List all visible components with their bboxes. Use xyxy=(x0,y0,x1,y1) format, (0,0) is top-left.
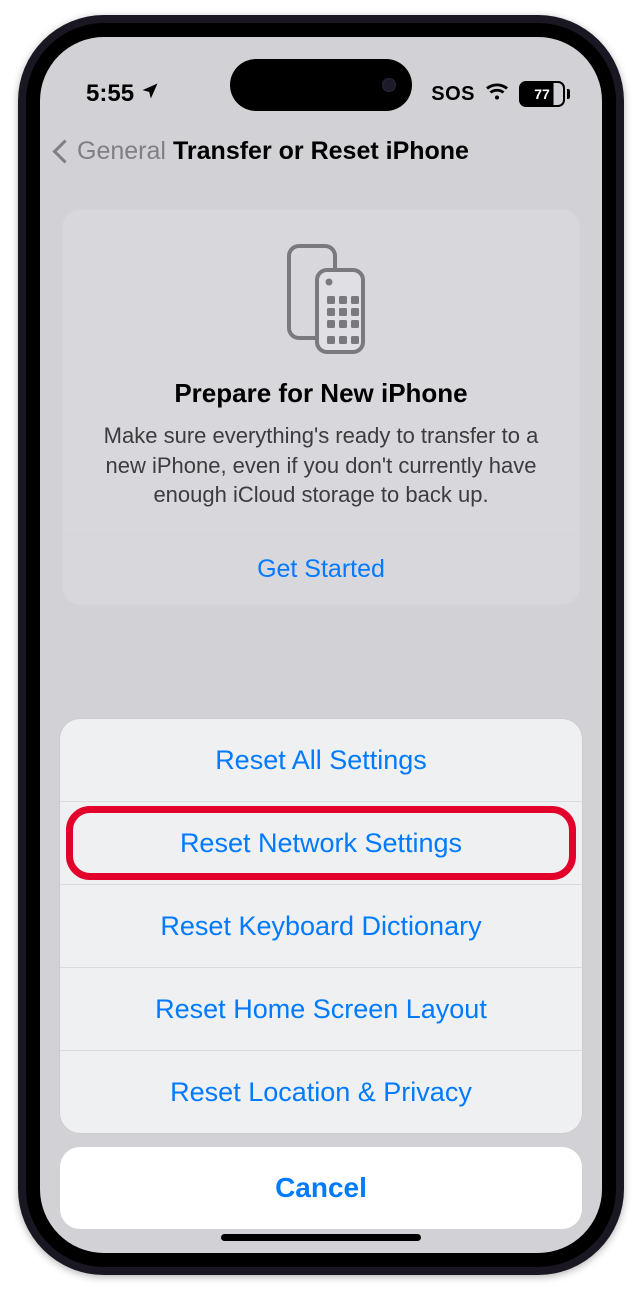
back-label: General xyxy=(77,137,166,166)
sheet-item-label: Reset Keyboard Dictionary xyxy=(160,911,481,942)
sheet-group: Reset All Settings Reset Network Setting… xyxy=(60,719,582,1133)
cancel-button[interactable]: Cancel xyxy=(60,1147,582,1229)
location-arrow-icon xyxy=(140,80,160,108)
sheet-item-label: Reset Home Screen Layout xyxy=(155,994,487,1025)
reset-network-settings-button[interactable]: Reset Network Settings xyxy=(60,801,582,884)
reset-all-settings-button[interactable]: Reset All Settings xyxy=(60,719,582,801)
battery-indicator: 77 xyxy=(519,81,570,107)
wifi-icon xyxy=(485,81,509,107)
back-button[interactable]: General xyxy=(48,137,166,166)
screen: 5:55 SOS 77 xyxy=(40,37,602,1253)
card-desc: Make sure everything's ready to transfer… xyxy=(87,421,555,510)
phone-frame: 5:55 SOS 77 xyxy=(18,15,624,1275)
reset-keyboard-dictionary-button[interactable]: Reset Keyboard Dictionary xyxy=(60,884,582,967)
page-title: Transfer or Reset iPhone xyxy=(173,137,469,166)
action-sheet: Reset All Settings Reset Network Setting… xyxy=(60,719,582,1229)
battery-percent: 77 xyxy=(534,86,550,102)
chevron-left-icon xyxy=(52,139,76,163)
home-indicator[interactable] xyxy=(221,1234,421,1241)
sheet-item-label: Reset Location & Privacy xyxy=(170,1077,472,1108)
reset-location-privacy-button[interactable]: Reset Location & Privacy xyxy=(60,1050,582,1133)
phones-icon xyxy=(87,238,555,358)
cancel-label: Cancel xyxy=(275,1172,367,1204)
sheet-item-label: Reset Network Settings xyxy=(180,828,462,859)
prepare-card: Prepare for New iPhone Make sure everyth… xyxy=(62,209,580,605)
status-time: 5:55 xyxy=(86,80,134,108)
navbar: General Transfer or Reset iPhone xyxy=(40,123,602,179)
card-title: Prepare for New iPhone xyxy=(87,378,555,409)
reset-home-screen-layout-button[interactable]: Reset Home Screen Layout xyxy=(60,967,582,1050)
sos-indicator: SOS xyxy=(431,83,475,106)
get-started-button[interactable]: Get Started xyxy=(87,535,555,604)
sheet-item-label: Reset All Settings xyxy=(215,745,427,776)
dynamic-island xyxy=(230,59,412,111)
